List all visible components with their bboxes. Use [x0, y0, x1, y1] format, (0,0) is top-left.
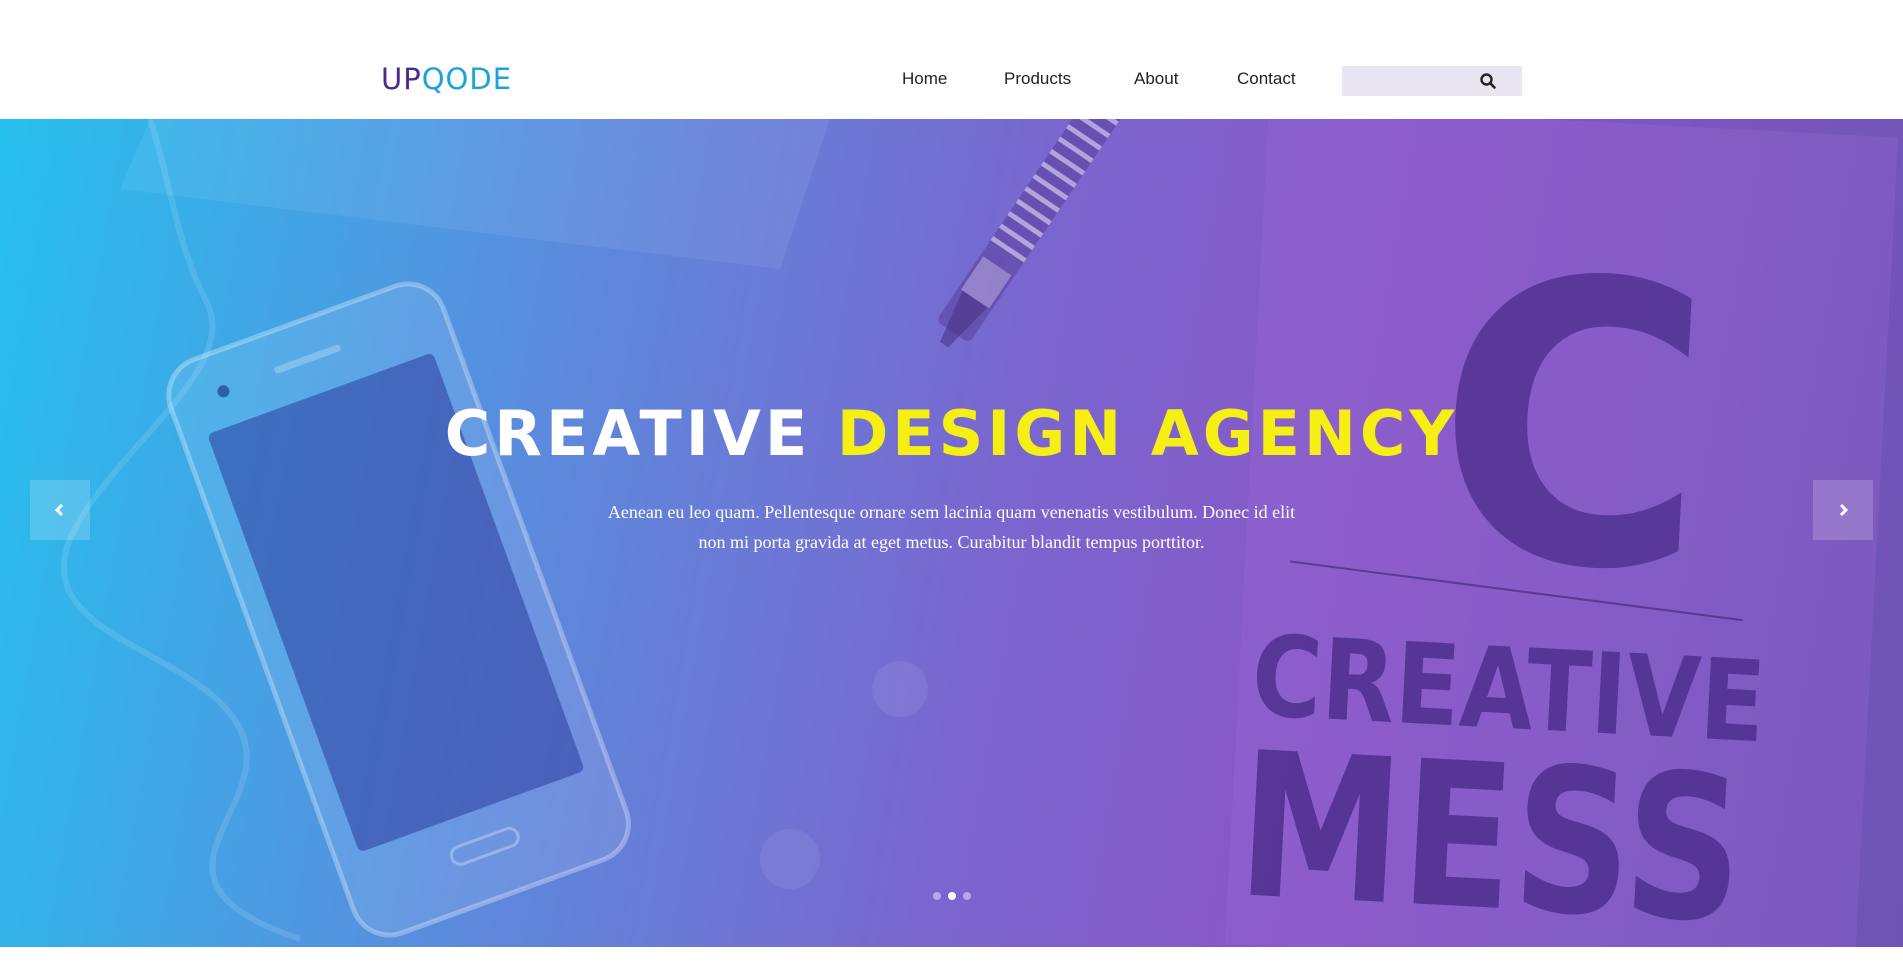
slider-dot-3[interactable] — [963, 892, 971, 900]
hero-slider: C CREATIVE MESS CREATIVE DESIGN AGENCY A… — [0, 119, 1903, 947]
hero-title-white: CREATIVE — [444, 397, 812, 470]
notebook-word-mess: MESS — [1233, 709, 1749, 947]
nav-item-products[interactable]: Products — [1004, 66, 1071, 92]
search-button[interactable] — [1476, 69, 1500, 93]
site-header: UP QODE Home Products About Contact — [0, 0, 1903, 119]
logo-part-up: UP — [381, 62, 422, 96]
pen-illustration — [938, 119, 1135, 348]
search-icon — [1480, 73, 1496, 89]
search-box — [1342, 66, 1522, 96]
background-paper — [120, 119, 830, 269]
nav-item-home[interactable]: Home — [902, 66, 947, 92]
nav-item-contact[interactable]: Contact — [1237, 66, 1296, 92]
slider-prev-button[interactable] — [30, 480, 90, 540]
chevron-right-icon — [1839, 503, 1849, 517]
nav-item-about[interactable]: About — [1134, 66, 1178, 92]
hero-title: CREATIVE DESIGN AGENCY — [0, 394, 1903, 474]
hero-title-highlight: DESIGN AGENCY — [836, 397, 1459, 470]
notebook-illustration: C CREATIVE MESS — [1224, 119, 1899, 947]
logo-part-qode: QODE — [421, 62, 513, 96]
chevron-left-icon — [54, 503, 64, 517]
earbud-illustration — [872, 661, 928, 717]
logo[interactable]: UP QODE — [381, 64, 512, 94]
search-input[interactable] — [1342, 66, 1482, 96]
slider-dot-1[interactable] — [933, 892, 941, 900]
slider-pagination — [930, 892, 974, 902]
slider-dot-2[interactable] — [948, 892, 956, 900]
hero-description: Aenean eu leo quam. Pellentesque ornare … — [607, 502, 1296, 552]
earbud-illustration — [760, 829, 820, 889]
slider-next-button[interactable] — [1813, 480, 1873, 540]
phone-illustration — [166, 281, 631, 938]
